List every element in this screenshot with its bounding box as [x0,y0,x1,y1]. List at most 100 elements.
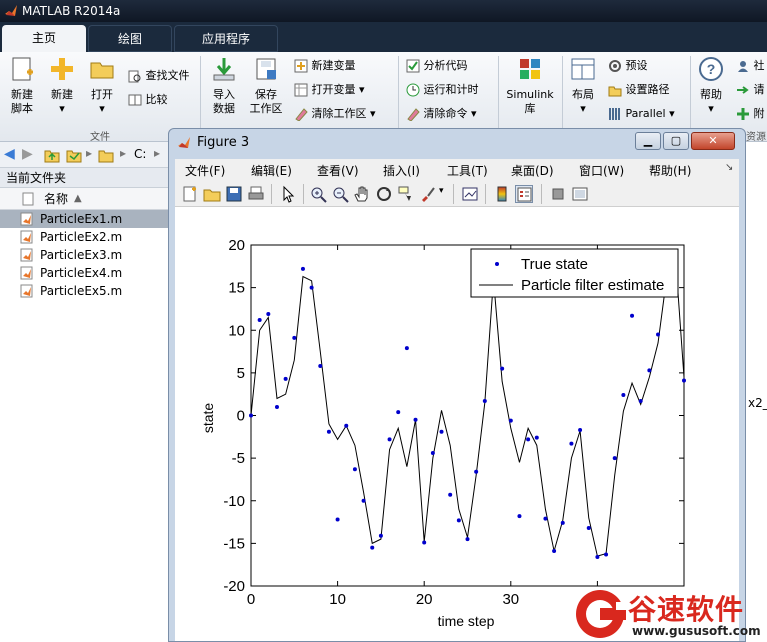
true-state-point [274,404,279,409]
tab-apps[interactable]: 应用程序 [174,25,278,52]
side-text: x2_ [748,396,767,410]
address-separator: ▸ [154,146,161,160]
chevron-down-icon[interactable]: ▾ [439,186,444,196]
request-support-button[interactable]: 请 [736,82,765,98]
run-and-time-button[interactable]: 运行和计时 [406,82,479,98]
menubar-collapse-icon[interactable]: ↘ [725,162,733,173]
rotate-3d-icon[interactable] [375,185,393,203]
true-state-point [508,418,513,423]
current-folder-title: 当前文件夹 [0,168,170,188]
address-path[interactable]: C: [134,147,146,161]
new-variable-button[interactable]: 新建变量 [294,58,356,74]
maximize-button[interactable]: ▢ [663,132,689,150]
help-button[interactable]: ? 帮助 ▾ [694,56,728,116]
compare-button[interactable]: 比较 [128,92,168,108]
data-cursor-icon[interactable] [397,185,415,203]
tab-home[interactable]: 主页 [2,25,86,52]
tab-plots[interactable]: 绘图 [88,25,172,52]
true-state-point [266,312,271,317]
forward-arrow-icon[interactable]: ▶ [22,146,33,162]
sort-ascending-icon: ▲ [74,193,82,204]
import-data-button[interactable]: 导入 数据 [206,56,242,116]
true-state-point [500,366,505,371]
new-script-button[interactable]: 新建 脚本 [4,56,40,116]
layout-button[interactable]: 布局 ▾ [566,56,600,116]
minimize-button[interactable]: ▁ [635,132,661,150]
file-list-item[interactable]: ParticleEx3.m [0,246,170,264]
matlab-file-icon [20,284,33,298]
file-list-item[interactable]: ParticleEx1.m [0,210,170,228]
help-icon: ? [699,57,723,81]
file-list-item[interactable]: ParticleEx4.m [0,264,170,282]
pan-hand-icon[interactable] [353,185,371,203]
clear-commands-button[interactable]: 清除命令 ▾ [406,106,477,122]
true-state-point [352,467,357,472]
name-column-header[interactable]: 名称 ▲ [0,188,170,210]
true-state-point [604,552,609,557]
clear-workspace-label: 清除工作区 [311,107,367,120]
brush-icon[interactable] [419,185,437,203]
pointer-arrow-icon[interactable] [279,185,297,203]
figure-titlebar[interactable]: Figure 3 ▁ ▢ ✕ [169,129,745,157]
save-icon[interactable] [225,185,243,203]
addons-button[interactable]: 附 ▾ [736,106,767,122]
run-and-time-label: 运行和计时 [423,83,479,96]
close-button[interactable]: ✕ [691,132,735,150]
analyze-code-button[interactable]: 分析代码 [406,58,468,74]
new-script-label: 新建 脚本 [11,88,33,115]
y-tick-label: -5 [232,450,245,467]
file-list-item[interactable]: ParticleEx5.m [0,282,170,300]
show-plot-tools-icon[interactable] [571,185,589,203]
colorbar-icon[interactable] [493,185,511,203]
open-file-icon[interactable] [203,185,221,203]
set-path-button[interactable]: 设置路径 [608,82,670,98]
y-tick-label: -15 [223,535,245,552]
plot-svg[interactable]: 01020304020151050-5-10-15-20 True stateP… [175,207,739,641]
true-state-point [404,346,409,351]
figure-menu-item[interactable]: 插入(I) [383,162,420,179]
browse-folder-icon[interactable] [66,147,82,163]
figure-menu-item[interactable]: 编辑(E) [251,162,292,179]
true-state-point [430,451,435,456]
ribbon-separator [690,56,691,136]
legend-icon[interactable] [515,185,533,203]
simulink-library-button[interactable]: Simulink 库 [504,56,556,116]
figure-menu-item[interactable]: 桌面(D) [511,162,554,179]
new-button[interactable]: 新建 ▾ [46,56,78,116]
save-workspace-button[interactable]: 保存 工作区 [246,56,286,116]
true-state-point [656,332,661,337]
open-button[interactable]: 打开 ▾ [86,56,118,116]
set-path-icon [608,86,622,97]
clear-workspace-icon [295,108,308,121]
figure-menu-item[interactable]: 工具(T) [447,162,488,179]
file-list-item[interactable]: ParticleEx2.m [0,228,170,246]
true-state-point [292,335,297,340]
ribbon-separator [562,56,563,136]
parallel-button[interactable]: Parallel ▾ [608,106,675,122]
x-tick-label: 20 [416,591,433,608]
link-plot-icon[interactable] [461,185,479,203]
figure-menu-item[interactable]: 文件(F) [185,162,225,179]
figure-menu-item[interactable]: 查看(V) [317,162,359,179]
open-variable-button[interactable]: 打开变量 ▾ [294,82,365,98]
new-label: 新建 [51,88,73,101]
hide-plot-tools-icon[interactable] [549,185,567,203]
figure-menu-item[interactable]: 窗口(W) [579,162,624,179]
find-files-button[interactable]: 查找文件 [128,68,190,84]
zoom-in-icon[interactable] [309,185,327,203]
addons-label: 附 [753,107,765,120]
analyze-code-icon [406,59,420,73]
back-arrow-icon[interactable]: ◀ [4,146,15,162]
true-state-point [552,549,557,554]
figure-window[interactable]: Figure 3 ▁ ▢ ✕ 文件(F) 编辑(E) 查看(V) 插入(I) 工具(T)… [168,128,746,642]
zoom-out-icon[interactable] [331,185,349,203]
preferences-button[interactable]: 预设 [608,58,648,74]
clear-workspace-button[interactable]: 清除工作区 ▾ [294,106,376,122]
up-folder-icon[interactable] [44,147,60,163]
community-button[interactable]: 社 [736,58,765,74]
print-icon[interactable] [247,185,265,203]
new-figure-icon[interactable] [181,185,199,203]
save-workspace-label: 保存 工作区 [249,88,283,115]
file-name: ParticleEx1.m [40,212,123,226]
figure-menu-item[interactable]: 帮助(H) [649,162,691,179]
